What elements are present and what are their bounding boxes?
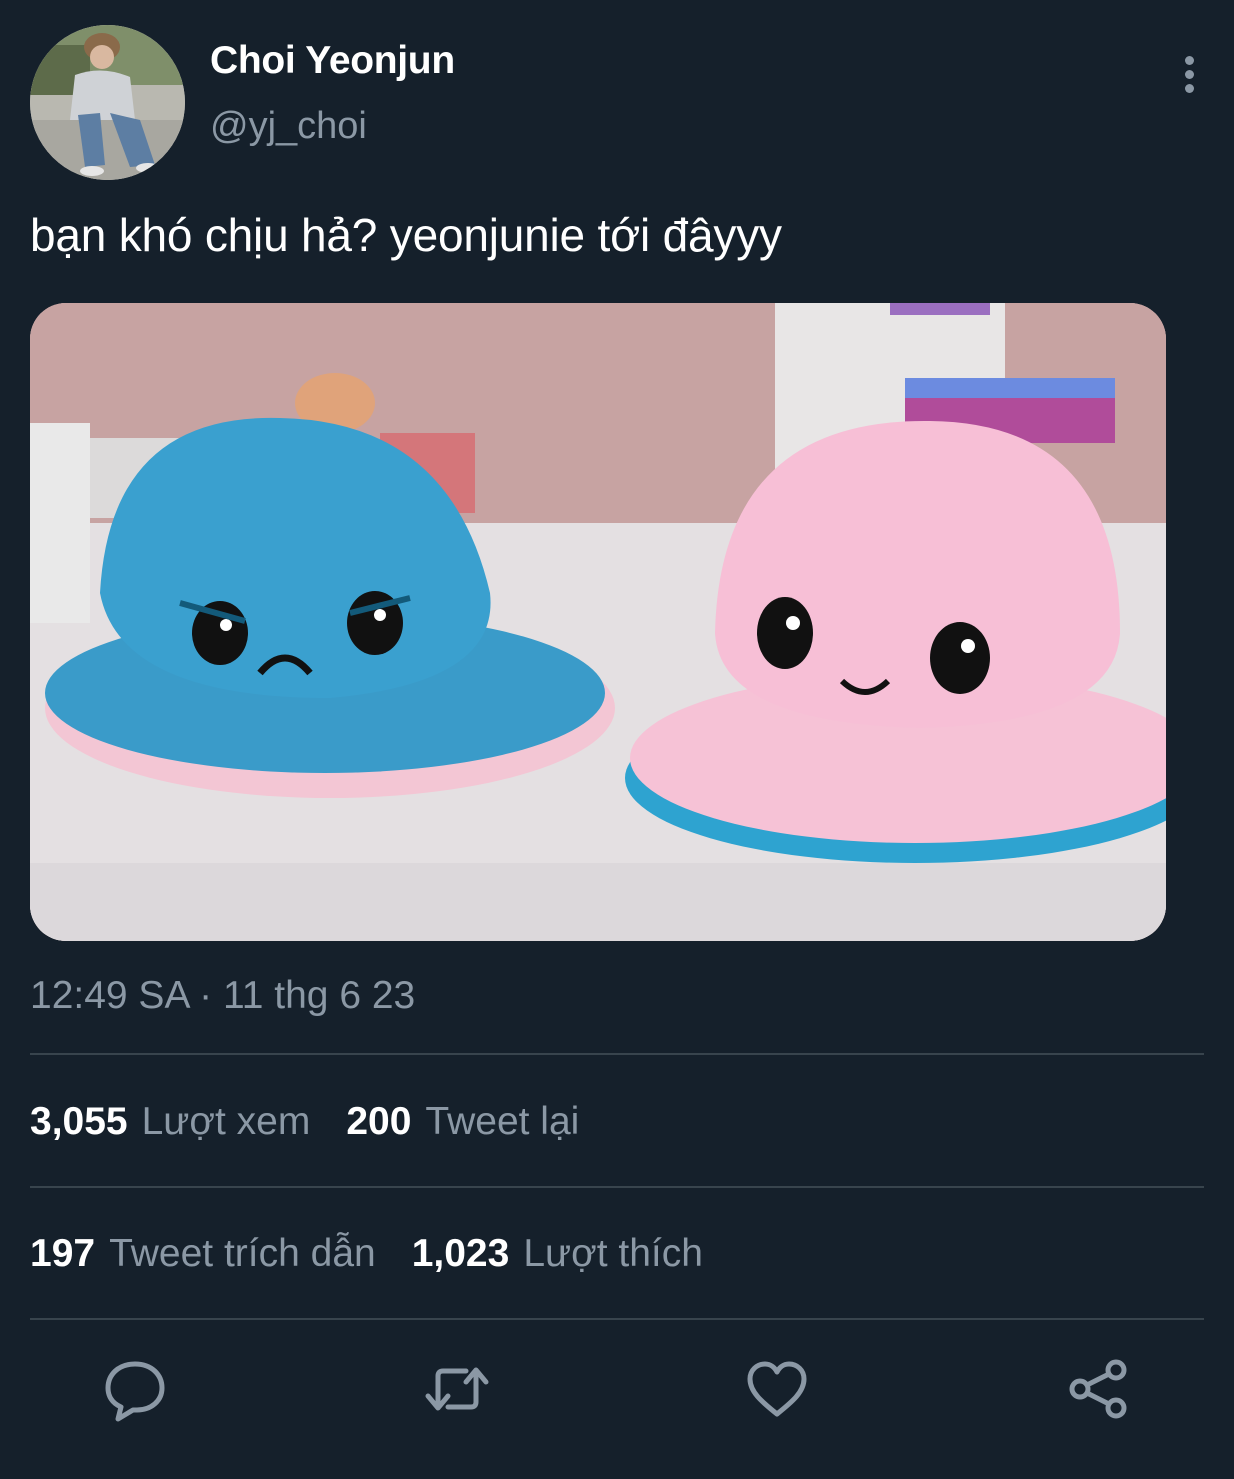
quotes-count: 197 [30, 1232, 96, 1275]
tweet-text: bạn khó chịu hả? yeonjunie tới đâyyy [30, 209, 782, 261]
avatar[interactable] [30, 25, 185, 180]
divider [30, 1318, 1204, 1320]
tweet-actions [30, 1340, 1204, 1440]
tweet-detail: Choi Yeonjun @yj_choi bạn khó chịu hả? y… [0, 0, 1234, 1479]
divider [30, 1186, 1204, 1188]
author-display-name[interactable]: Choi Yeonjun [210, 39, 455, 83]
retweets-label: Tweet lại [425, 1100, 580, 1143]
views-stat[interactable]: 3,055 Lượt xem [30, 1100, 310, 1144]
likes-stat[interactable]: 1,023 Lượt thích [412, 1232, 703, 1276]
reply-icon[interactable] [100, 1354, 170, 1424]
heart-icon[interactable] [742, 1354, 812, 1424]
divider [30, 1053, 1204, 1055]
retweet-icon[interactable] [422, 1354, 492, 1424]
quotes-label: Tweet trích dẫn [109, 1232, 376, 1275]
share-icon[interactable] [1064, 1354, 1134, 1424]
tweet-media-photo[interactable] [30, 303, 1166, 941]
tweet-timestamp[interactable]: 12:49 SA · 11 thg 6 23 [30, 974, 415, 1018]
retweets-stat[interactable]: 200 Tweet lại [346, 1100, 579, 1144]
views-count: 3,055 [30, 1100, 128, 1143]
more-vertical-icon[interactable] [1174, 53, 1204, 97]
stats-row-2: 197 Tweet trích dẫn 1,023 Lượt thích [30, 1232, 739, 1276]
likes-label: Lượt thích [523, 1232, 703, 1275]
tweet-header: Choi Yeonjun @yj_choi [30, 25, 1204, 185]
author-handle[interactable]: @yj_choi [210, 105, 367, 148]
stats-row-1: 3,055 Lượt xem 200 Tweet lại [30, 1100, 615, 1144]
views-label: Lượt xem [141, 1100, 311, 1143]
likes-count: 1,023 [411, 1232, 510, 1275]
quotes-stat[interactable]: 197 Tweet trích dẫn [30, 1232, 376, 1276]
retweets-count: 200 [346, 1100, 412, 1143]
